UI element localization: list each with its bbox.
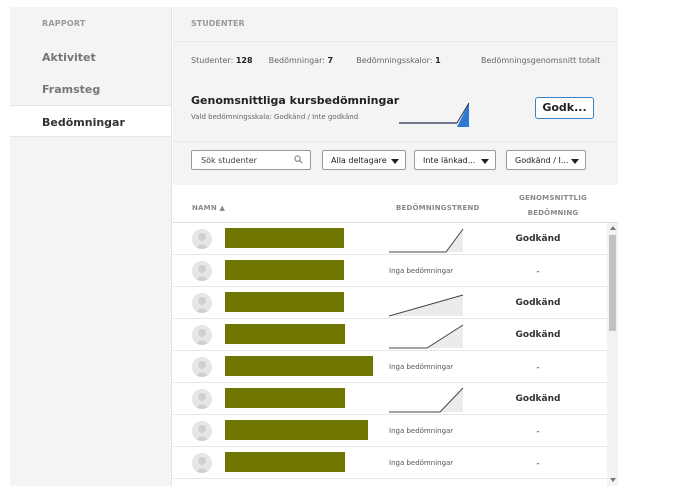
no-grades-label: Inga bedömningar: [389, 363, 454, 371]
grade-trend-sparkline: [389, 228, 464, 253]
scroll-thumb[interactable]: [609, 235, 616, 331]
average-grade: Godkänd: [515, 234, 561, 244]
students-panel: STUDENTER Studenter: 128 Bedömningar: 7 …: [173, 7, 618, 486]
scale-select-button[interactable]: Godk...: [535, 97, 594, 119]
table-row[interactable]: Godkänd: [173, 319, 607, 351]
column-trend-header: BEDÖMNINGSTREND: [396, 204, 480, 212]
average-grade: -: [536, 267, 540, 277]
column-average-header-line2: BEDÖMNING: [527, 209, 579, 217]
student-rows: Godkänd Inga bedömningar - Godkänd Godkä…: [173, 223, 607, 486]
student-name-redacted[interactable]: [225, 388, 345, 408]
participants-dropdown[interactable]: Alla deltagare: [322, 150, 406, 170]
no-grades-label: Inga bedömningar: [389, 267, 454, 275]
table-row[interactable]: Inga bedömningar -: [173, 415, 607, 447]
student-name-redacted[interactable]: [225, 420, 368, 440]
report-sidebar: RAPPORT Aktivitet Framsteg Bedömningar: [10, 7, 172, 486]
scales-label: Bedömningsskalor:: [356, 56, 433, 65]
student-name-redacted[interactable]: [225, 452, 345, 472]
scale-filter-dropdown[interactable]: Godkänd / I...: [506, 150, 586, 170]
avatar-icon: [192, 229, 212, 249]
grades-count: 7: [327, 56, 334, 65]
scale-filter-value: Godkänd / I...: [515, 156, 569, 165]
table-scrollbar[interactable]: [607, 223, 618, 486]
link-status-dropdown[interactable]: Inte länkad...: [414, 150, 496, 170]
grade-trend-sparkline: [389, 387, 464, 413]
students-label: Studenter:: [191, 56, 234, 65]
table-row[interactable]: Inga bedömningar -: [173, 351, 607, 383]
average-grade: Godkänd: [515, 330, 561, 340]
grades-label: Bedömningar:: [268, 56, 325, 65]
average-grade: -: [536, 459, 540, 469]
scales-count: 1: [435, 56, 441, 65]
scroll-up-arrow-icon[interactable]: [610, 226, 616, 230]
avatar-icon: [192, 421, 212, 441]
average-title: Genomsnittliga kursbedömningar: [191, 94, 400, 107]
average-grade: -: [536, 363, 540, 373]
search-icon: [294, 155, 303, 164]
panel-header: STUDENTER: [173, 7, 618, 41]
table-row[interactable]: Godkänd: [173, 223, 607, 255]
student-name-redacted[interactable]: [225, 356, 373, 376]
chevron-down-icon: [391, 159, 399, 164]
sidebar-item-aktivitet[interactable]: Aktivitet: [10, 41, 171, 73]
average-grade: -: [536, 427, 540, 437]
search-input[interactable]: Sök studenter: [191, 150, 311, 170]
column-name-header[interactable]: NAMN ▲: [192, 204, 225, 212]
student-name-redacted[interactable]: [225, 228, 344, 248]
no-grades-label: Inga bedömningar: [389, 459, 454, 467]
students-count: 128: [235, 56, 253, 65]
student-name-redacted[interactable]: [225, 260, 344, 280]
stats-line: Studenter: 128 Bedömningar: 7 Bedömnings…: [191, 56, 441, 65]
avatar-icon: [192, 261, 212, 281]
chevron-down-icon: [481, 159, 489, 164]
table-row[interactable]: Inga bedömningar -: [173, 447, 607, 479]
sidebar-item-framsteg[interactable]: Framsteg: [10, 73, 171, 105]
avatar-icon: [192, 325, 212, 345]
grade-trend-sparkline: [389, 294, 464, 317]
average-subtitle: Vald bedömningsskala: Godkänd / Inte god…: [191, 113, 359, 121]
scroll-down-arrow-icon[interactable]: [610, 478, 616, 482]
grade-trend-sparkline: [389, 324, 464, 349]
participants-value: Alla deltagare: [331, 156, 387, 165]
avatar-icon: [192, 293, 212, 313]
student-name-redacted[interactable]: [225, 292, 344, 312]
table-header: NAMN ▲ BEDÖMNINGSTREND GENOMSNITTLIG BED…: [173, 185, 618, 223]
student-name-redacted[interactable]: [225, 324, 345, 344]
column-average-header-line1: GENOMSNITTLIG: [519, 194, 587, 202]
search-placeholder: Sök studenter: [201, 156, 257, 165]
avatar-icon: [192, 389, 212, 409]
grade-summary: Studenter: 128 Bedömningar: 7 Bedömnings…: [173, 41, 618, 141]
table-row[interactable]: Godkänd: [173, 287, 607, 319]
avatar-icon: [192, 453, 212, 473]
table-row[interactable]: Godkänd: [173, 383, 607, 415]
table-row[interactable]: Inga bedömningar -: [173, 255, 607, 287]
total-average-label: Bedömningsgenomsnitt totalt: [481, 56, 601, 65]
average-grade: Godkänd: [515, 298, 561, 308]
sidebar-item-bedomningar[interactable]: Bedömningar: [10, 105, 171, 137]
avatar-icon: [192, 357, 212, 377]
sidebar-header: RAPPORT: [42, 19, 86, 28]
filter-bar: Sök studenter Alla deltagare Inte länkad…: [173, 141, 618, 185]
page: RAPPORT Aktivitet Framsteg Bedömningar S…: [0, 0, 694, 486]
no-grades-label: Inga bedömningar: [389, 427, 454, 435]
average-sparkline: [399, 102, 470, 127]
average-grade: Godkänd: [515, 394, 561, 404]
link-status-value: Inte länkad...: [423, 156, 476, 165]
chevron-down-icon: [571, 159, 579, 164]
